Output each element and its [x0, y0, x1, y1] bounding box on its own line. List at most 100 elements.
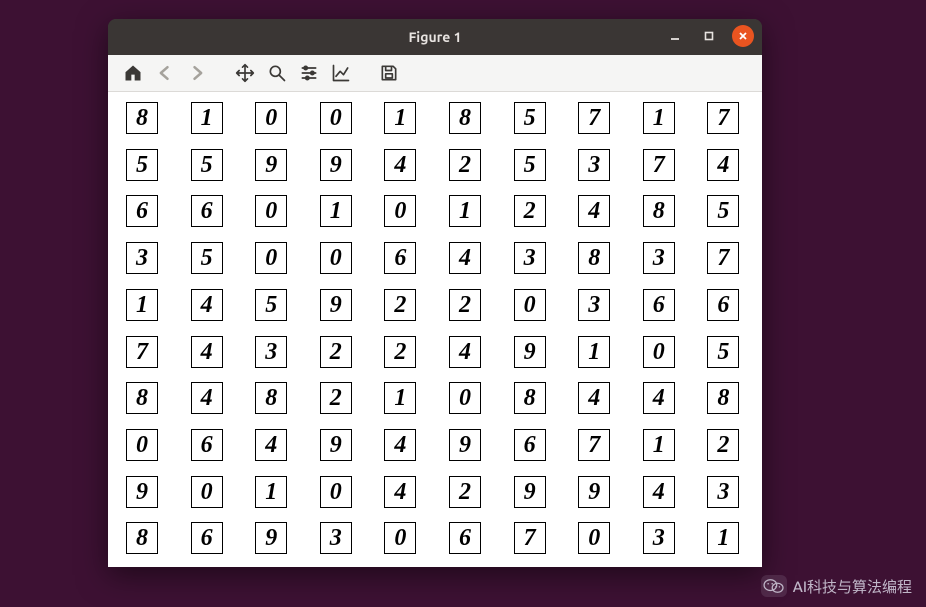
digit-cell: 4	[449, 242, 481, 274]
digit-cell: 0	[126, 429, 158, 461]
pan-button[interactable]	[234, 62, 256, 84]
digit-cell: 6	[514, 429, 546, 461]
right-icon	[187, 63, 207, 83]
digit-cell: 0	[320, 242, 352, 274]
digit-cell: 8	[126, 522, 158, 554]
digit-cell: 5	[514, 149, 546, 181]
digit-cell: 3	[126, 242, 158, 274]
chart-icon	[331, 63, 351, 83]
digit-cell: 9	[320, 149, 352, 181]
digit-cell: 9	[514, 336, 546, 368]
digit-cell: 8	[514, 382, 546, 414]
watermark-text: AI科技与算法编程	[793, 576, 912, 597]
axes-edit-button[interactable]	[330, 62, 352, 84]
move-icon	[235, 63, 255, 83]
digit-cell: 4	[643, 382, 675, 414]
digit-cell: 8	[643, 195, 675, 227]
digit-cell: 0	[578, 522, 610, 554]
save-icon	[379, 63, 399, 83]
digit-cell: 1	[384, 382, 416, 414]
digit-cell: 6	[191, 429, 223, 461]
figure-window: Figure 1 8100185717559942537466010124853…	[108, 19, 762, 567]
digit-cell: 4	[449, 336, 481, 368]
digit-cell: 9	[126, 476, 158, 508]
digit-cell: 5	[126, 149, 158, 181]
digit-cell: 0	[255, 242, 287, 274]
digit-cell: 8	[707, 382, 739, 414]
digit-cell: 4	[578, 382, 610, 414]
digit-cell: 4	[191, 289, 223, 321]
digit-cell: 1	[643, 102, 675, 134]
watermark: AI科技与算法编程	[761, 575, 912, 597]
digit-cell: 2	[320, 382, 352, 414]
matplotlib-toolbar	[108, 55, 762, 92]
maximize-button[interactable]	[698, 25, 720, 47]
minimize-button[interactable]	[664, 25, 686, 47]
digit-cell: 8	[449, 102, 481, 134]
digit-cell: 1	[191, 102, 223, 134]
digit-cell: 3	[320, 522, 352, 554]
save-button[interactable]	[378, 62, 400, 84]
digit-cell: 0	[449, 382, 481, 414]
digit-cell: 2	[449, 289, 481, 321]
digit-cell: 1	[320, 195, 352, 227]
digit-cell: 4	[191, 382, 223, 414]
digit-cell: 6	[191, 195, 223, 227]
digit-cell: 2	[449, 476, 481, 508]
digit-cell: 2	[449, 149, 481, 181]
subplots-button[interactable]	[298, 62, 320, 84]
digit-cell: 5	[707, 195, 739, 227]
digit-cell: 9	[255, 149, 287, 181]
close-button[interactable]	[732, 25, 754, 47]
digit-cell: 3	[707, 476, 739, 508]
digit-cell: 7	[707, 242, 739, 274]
digit-cell: 1	[707, 522, 739, 554]
digit-cell: 1	[449, 195, 481, 227]
forward-button[interactable]	[186, 62, 208, 84]
digit-cell: 6	[191, 522, 223, 554]
digit-cell: 5	[255, 289, 287, 321]
digit-cell: 5	[514, 102, 546, 134]
home-button[interactable]	[122, 62, 144, 84]
digit-cell: 1	[255, 476, 287, 508]
digit-cell: 0	[255, 195, 287, 227]
digit-cell: 3	[255, 336, 287, 368]
digit-cell: 1	[126, 289, 158, 321]
digit-cell: 8	[578, 242, 610, 274]
digit-cell: 7	[643, 149, 675, 181]
digit-cell: 9	[255, 522, 287, 554]
digit-cell: 0	[384, 522, 416, 554]
digit-cell: 2	[384, 289, 416, 321]
close-icon	[737, 30, 749, 42]
left-icon	[155, 63, 175, 83]
back-button[interactable]	[154, 62, 176, 84]
digit-cell: 9	[320, 289, 352, 321]
digit-cell: 9	[514, 476, 546, 508]
digit-cell: 6	[449, 522, 481, 554]
digit-cell: 3	[643, 242, 675, 274]
digit-cell: 3	[578, 149, 610, 181]
digit-cell: 7	[707, 102, 739, 134]
digit-cell: 2	[514, 195, 546, 227]
digit-cell: 1	[643, 429, 675, 461]
digit-cell: 9	[320, 429, 352, 461]
window-controls	[664, 25, 754, 47]
digit-grid: 8100185717559942537466010124853500643837…	[126, 102, 744, 557]
titlebar: Figure 1	[108, 19, 762, 55]
digit-cell: 0	[643, 336, 675, 368]
wechat-icon	[761, 575, 787, 597]
digit-cell: 6	[707, 289, 739, 321]
digit-cell: 6	[384, 242, 416, 274]
zoom-button[interactable]	[266, 62, 288, 84]
digit-cell: 0	[320, 102, 352, 134]
digit-cell: 4	[643, 476, 675, 508]
figure-canvas[interactable]: 8100185717559942537466010124853500643837…	[108, 92, 762, 567]
home-icon	[123, 63, 143, 83]
digit-cell: 9	[449, 429, 481, 461]
minimize-icon	[669, 30, 681, 42]
digit-cell: 4	[578, 195, 610, 227]
sliders-icon	[299, 63, 319, 83]
digit-cell: 4	[707, 149, 739, 181]
digit-cell: 7	[578, 102, 610, 134]
digit-cell: 2	[320, 336, 352, 368]
